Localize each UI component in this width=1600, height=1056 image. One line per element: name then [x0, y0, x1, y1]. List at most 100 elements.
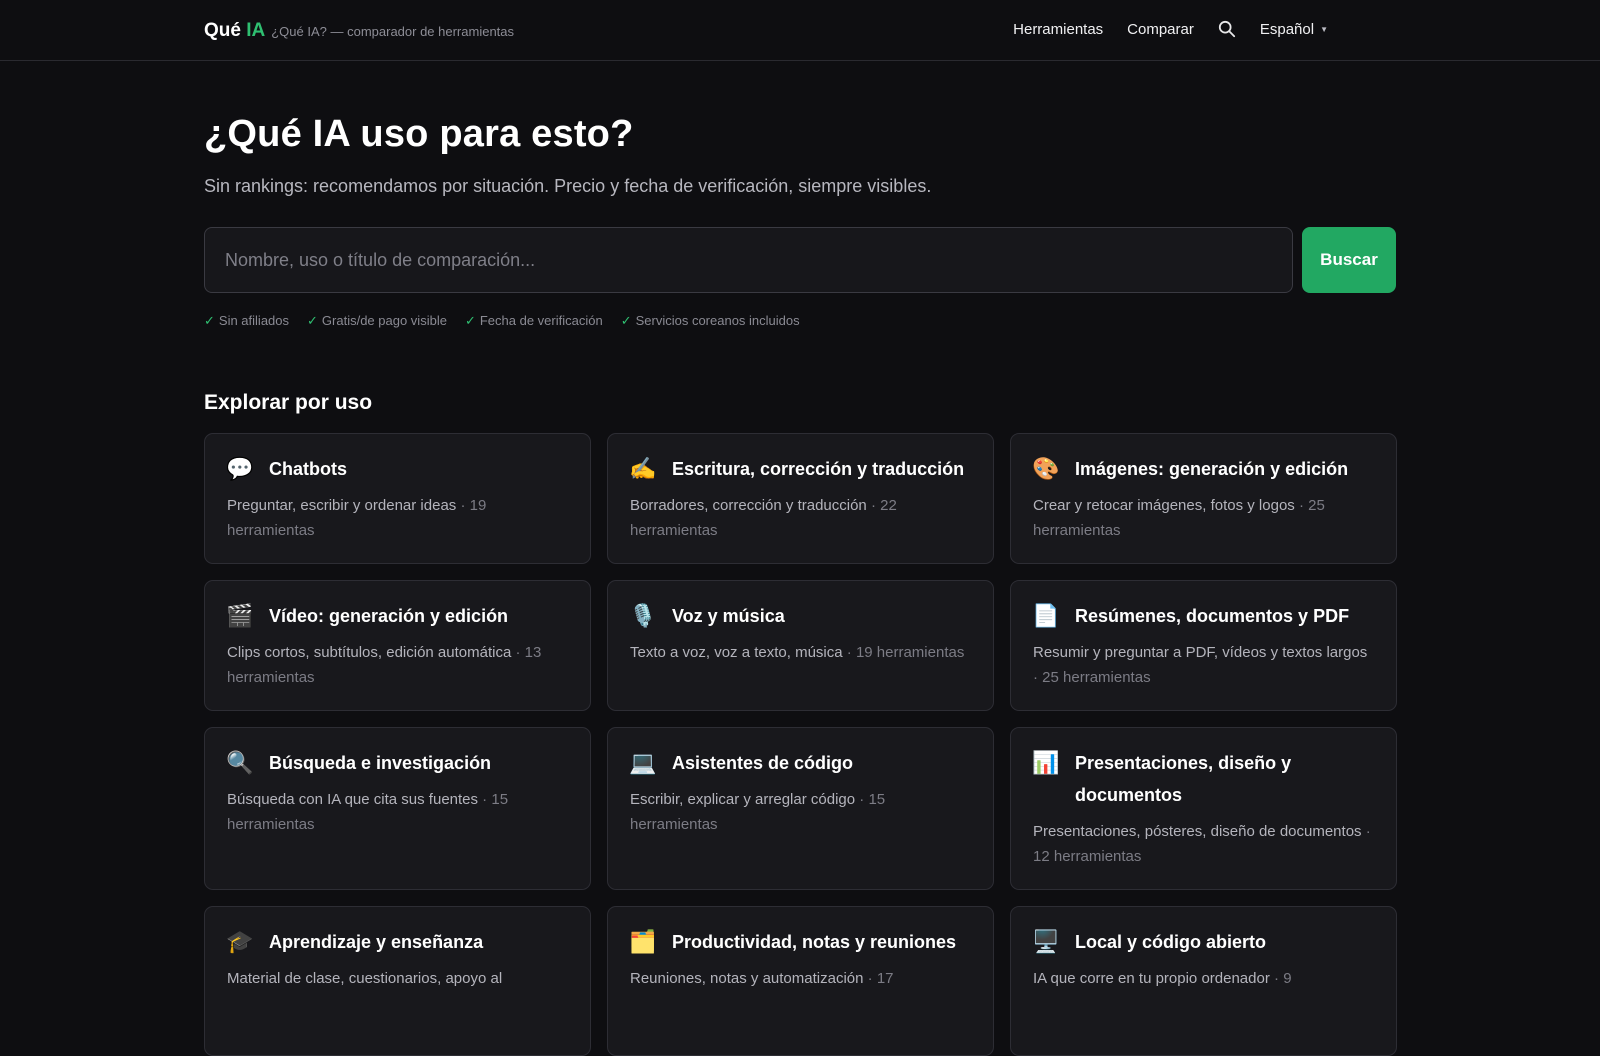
folder-icon: 🗂️ — [629, 929, 657, 954]
category-desc-text: Clips cortos, subtítulos, edición automá… — [227, 644, 512, 661]
category-title: Presentaciones, diseño y documentos — [1075, 753, 1292, 805]
category-title: Vídeo: generación y edición — [269, 606, 509, 626]
nav-tools-link[interactable]: Herramientas — [1013, 21, 1103, 38]
category-title: Búsqueda e investigación — [269, 753, 492, 773]
top-bar: Qué IA ¿Qué IA? — comparador de herramie… — [0, 0, 1600, 61]
category-desc-text: Borradores, corrección y traducción — [630, 497, 867, 514]
category-grid: 💬 Chatbots Preguntar, escribir y ordenar … — [204, 433, 1397, 1056]
category-desc-text: IA que corre en tu propio ordenador — [1033, 970, 1270, 987]
bar-chart-icon: 📊 — [1032, 750, 1060, 775]
category-description: Material de clase, cuestionarios, apoyo … — [227, 966, 568, 991]
palette-icon: 🎨 — [1032, 456, 1060, 481]
desktop-computer-icon: 🖥️ — [1032, 929, 1060, 954]
feature-badge: ✓ Gratis/de pago visible — [307, 313, 447, 329]
category-description: Texto a voz, voz a texto, música · 19 he… — [630, 640, 971, 665]
category-count-text: 25 herramientas — [1042, 669, 1151, 686]
category-card-summaries[interactable]: 📄 Resúmenes, documentos y PDF Resumir y p… — [1010, 580, 1397, 711]
category-description: Resumir y preguntar a PDF, vídeos y text… — [1033, 640, 1374, 690]
search-input[interactable] — [204, 227, 1293, 293]
microphone-icon: 🎙️ — [629, 603, 657, 628]
category-description: Preguntar, escribir y ordenar ideas · 19… — [227, 493, 568, 543]
category-card-video[interactable]: 🎬 Vídeo: generación y edición Clips corto… — [204, 580, 591, 711]
category-card-search[interactable]: 🔍 Búsqueda e investigación Búsqueda con I… — [204, 727, 591, 890]
document-icon: 📄 — [1032, 603, 1060, 628]
category-count-text: 9 — [1283, 970, 1292, 987]
category-desc-text: Resumir y preguntar a PDF, vídeos y text… — [1033, 644, 1368, 661]
category-card-local-open-source[interactable]: 🖥️ Local y código abierto IA que corre en… — [1010, 906, 1397, 1056]
main-content: ¿Qué IA uso para esto? Sin rankings: rec… — [204, 61, 1397, 1056]
nav-compare-link[interactable]: Comparar — [1127, 21, 1194, 38]
category-description: Reuniones, notas y automatización · 17 — [630, 966, 971, 991]
category-description: Búsqueda con IA que cita sus fuentes · 1… — [227, 787, 568, 837]
category-description: Borradores, corrección y traducción · 22… — [630, 493, 971, 543]
chevron-down-icon: ▼ — [1320, 24, 1328, 34]
category-card-writing[interactable]: ✍️ Escritura, corrección y traducción Bor… — [607, 433, 994, 564]
category-desc-text: Escribir, explicar y arreglar código — [630, 791, 856, 808]
clapperboard-icon: 🎬 — [226, 603, 254, 628]
language-selector[interactable]: Español ▼ — [1260, 21, 1328, 38]
feature-badge-label: Servicios coreanos incluidos — [635, 313, 800, 328]
category-card-voice-music[interactable]: 🎙️ Voz y música Texto a voz, voz a texto,… — [607, 580, 994, 711]
category-card-presentations[interactable]: 📊 Presentaciones, diseño y documentos Pre… — [1010, 727, 1397, 890]
brand-prefix: Qué — [204, 20, 241, 41]
category-count: · 9 — [1269, 970, 1292, 987]
category-desc-text: Texto a voz, voz a texto, música — [630, 644, 843, 661]
category-card-chatbots[interactable]: 💬 Chatbots Preguntar, escribir y ordenar … — [204, 433, 591, 564]
category-desc-text: Preguntar, escribir y ordenar ideas — [227, 497, 457, 514]
category-desc-text: Presentaciones, pósteres, diseño de docu… — [1033, 823, 1362, 840]
check-icon: ✓ — [307, 313, 318, 328]
feature-badge-label: Fecha de verificación — [479, 313, 603, 328]
search-bar: Buscar — [204, 227, 1396, 293]
writing-hand-icon: ✍️ — [629, 456, 657, 481]
laptop-icon: 💻 — [629, 750, 657, 775]
search-icon[interactable] — [1218, 20, 1236, 38]
category-desc-text: Crear y retocar imágenes, fotos y logos — [1033, 497, 1295, 514]
category-title: Escritura, corrección y traducción — [672, 459, 965, 479]
category-description: Crear y retocar imágenes, fotos y logos … — [1033, 493, 1374, 543]
category-description: Clips cortos, subtítulos, edición automá… — [227, 640, 568, 690]
category-title: Asistentes de código — [672, 753, 854, 773]
category-count-text: 12 herramientas — [1033, 848, 1142, 865]
category-count: · 19 herramientas — [842, 644, 965, 661]
category-count: · 25 herramientas — [1033, 669, 1151, 686]
feature-badge: ✓ Servicios coreanos incluidos — [621, 313, 800, 329]
feature-badge: ✓ Fecha de verificación — [465, 313, 603, 329]
category-count: · 17 — [863, 970, 894, 987]
category-card-productivity[interactable]: 🗂️ Productividad, notas y reuniones Reuni… — [607, 906, 994, 1056]
category-card-images[interactable]: 🎨 Imágenes: generación y edición Crear y … — [1010, 433, 1397, 564]
category-description: IA que corre en tu propio ordenador · 9 — [1033, 966, 1374, 991]
category-title: Aprendizaje y enseñanza — [269, 932, 484, 952]
language-label: Español — [1259, 20, 1315, 38]
feature-badge-label: Sin afiliados — [218, 313, 290, 328]
search-button[interactable]: Buscar — [1302, 227, 1396, 293]
check-icon: ✓ — [204, 313, 215, 328]
main-nav: Herramientas Comparar Español ▼ — [1013, 20, 1328, 38]
feature-badges: ✓ Sin afiliados ✓ Gratis/de pago visible ✓… — [204, 313, 1396, 329]
category-title: Local y código abierto — [1075, 932, 1267, 952]
brand-tagline: ¿Qué IA? — comparador de herramientas — [271, 24, 515, 39]
category-desc-text: Reuniones, notas y automatización — [630, 970, 864, 987]
category-card-learning[interactable]: 🎓 Aprendizaje y enseñanza Material de cla… — [204, 906, 591, 1056]
category-description: Presentaciones, pósteres, diseño de docu… — [1033, 819, 1374, 869]
category-title: Resúmenes, documentos y PDF — [1075, 606, 1350, 626]
category-count-text: 19 herramientas — [855, 644, 965, 661]
brand-accent: IA — [246, 20, 266, 41]
section-title: Explorar por uso — [204, 391, 373, 414]
category-title: Imágenes: generación y edición — [1075, 459, 1349, 479]
category-count-text: 17 — [876, 970, 894, 987]
brand-logo[interactable]: Qué IA — [204, 20, 265, 42]
magnifier-icon: 🔍 — [226, 750, 254, 775]
category-desc-text: Material de clase, cuestionarios, apoyo … — [227, 970, 503, 987]
feature-badge: ✓ Sin afiliados — [204, 313, 289, 329]
category-title: Chatbots — [269, 459, 347, 479]
graduation-cap-icon: 🎓 — [226, 929, 254, 954]
check-icon: ✓ — [620, 313, 632, 328]
brand[interactable]: Qué IA ¿Qué IA? — comparador de herramie… — [204, 20, 514, 42]
category-description: Escribir, explicar y arreglar código · 1… — [630, 787, 971, 837]
page-subtitle: Sin rankings: recomendamos por situación… — [204, 176, 932, 196]
category-desc-text: Búsqueda con IA que cita sus fuentes — [227, 791, 479, 808]
feature-badge-label: Gratis/de pago visible — [321, 313, 447, 328]
category-title: Productividad, notas y reuniones — [672, 932, 957, 952]
category-card-code[interactable]: 💻 Asistentes de código Escribir, explicar… — [607, 727, 994, 890]
check-icon: ✓ — [464, 313, 476, 328]
